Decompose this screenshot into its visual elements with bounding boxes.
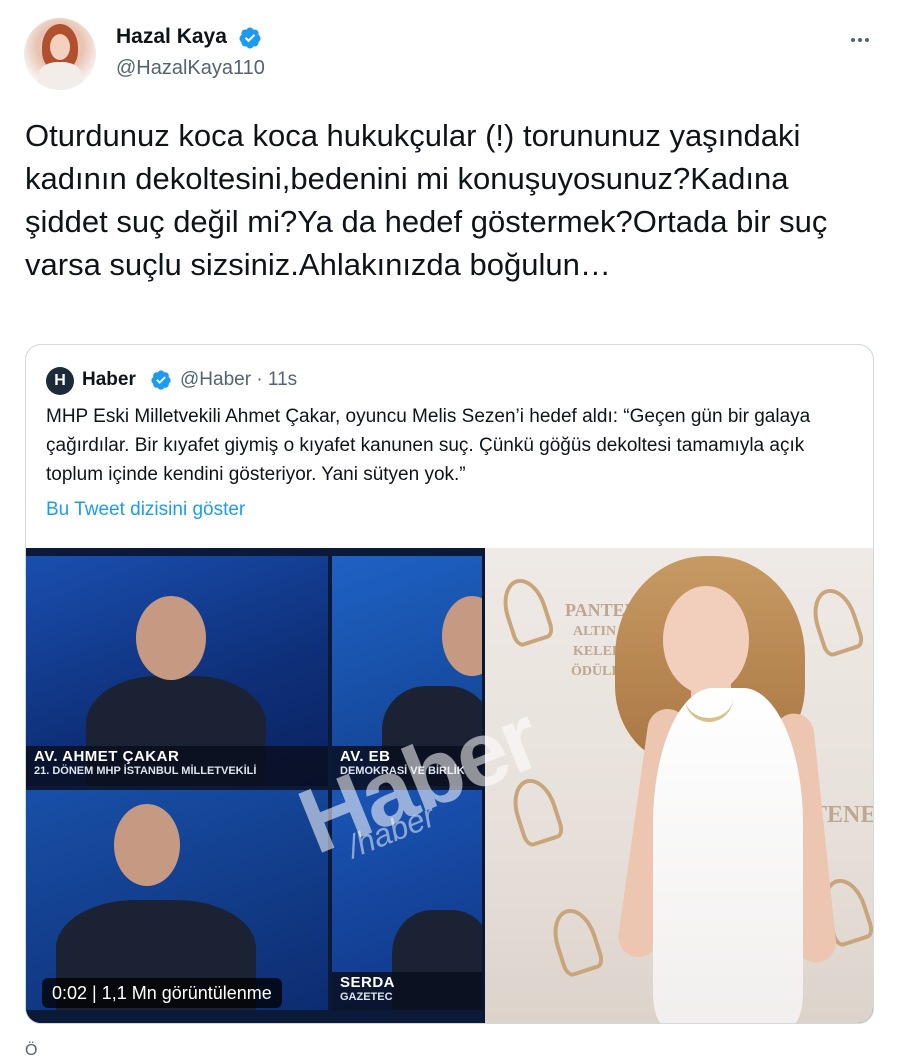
caption-name: SERDA bbox=[340, 974, 396, 991]
author-handle[interactable]: @HazalKaya110 bbox=[116, 57, 265, 80]
more-options-button[interactable] bbox=[840, 24, 880, 56]
lower-third-caption: AV. AHMET ÇAKAR 21. DÖNEM MHP İSTANBUL M… bbox=[26, 746, 328, 786]
model-white-dress bbox=[653, 688, 803, 1023]
butterfly-logo-icon bbox=[545, 903, 607, 979]
show-thread-link[interactable]: Bu Tweet dizisini göster bbox=[46, 499, 245, 521]
tv-panel-bottom-left bbox=[26, 790, 328, 1010]
lower-third-caption: SERDA GAZETEC bbox=[332, 972, 482, 1010]
video-duration-views-badge: 0:02 | 1,1 Mn görüntülenme bbox=[42, 978, 282, 1008]
more-dot-icon bbox=[851, 38, 855, 42]
verified-badge-icon bbox=[151, 370, 171, 390]
author-display-name[interactable]: Hazal Kaya bbox=[116, 25, 227, 49]
quoted-tweet-text: MHP Eski Milletvekili Ahmet Çakar, oyunc… bbox=[46, 406, 811, 485]
backdrop-logo-text: ALTIN bbox=[573, 624, 617, 639]
quoted-display-name[interactable]: Haber bbox=[82, 369, 136, 391]
person-head bbox=[442, 596, 482, 676]
more-dot-icon bbox=[865, 38, 869, 42]
caption-name: AV. AHMET ÇAKAR bbox=[34, 748, 180, 765]
person-head bbox=[114, 804, 180, 886]
butterfly-logo-icon bbox=[805, 583, 867, 659]
quoted-handle-timestamp[interactable]: @Haber · 11s bbox=[180, 369, 297, 391]
verified-badge-icon bbox=[239, 27, 261, 49]
caption-role: 21. DÖNEM MHP İSTANBUL MİLLETVEKİLİ bbox=[34, 765, 257, 777]
cutoff-text: Ö bbox=[25, 1042, 38, 1059]
avatar-dress bbox=[38, 62, 82, 90]
more-dot-icon bbox=[858, 38, 862, 42]
model-face bbox=[663, 586, 749, 694]
person-head bbox=[136, 596, 206, 680]
haber-logo-icon[interactable]: H bbox=[46, 367, 74, 395]
butterfly-logo-icon bbox=[495, 573, 557, 649]
tweet-text: Oturdunuz koca koca hukukçular (!) torun… bbox=[25, 118, 828, 282]
caption-role: GAZETEC bbox=[340, 991, 393, 1003]
quoted-media[interactable]: AV. AHMET ÇAKAR 21. DÖNEM MHP İSTANBUL M… bbox=[26, 548, 873, 1023]
quoted-tweet-card[interactable]: H Haber @Haber · 11s MHP Eski Milletveki… bbox=[25, 344, 874, 1024]
tv-panel-top-left: AV. AHMET ÇAKAR 21. DÖNEM MHP İSTANBUL M… bbox=[26, 556, 328, 786]
avatar-face bbox=[50, 34, 70, 60]
author-avatar[interactable] bbox=[24, 18, 96, 90]
